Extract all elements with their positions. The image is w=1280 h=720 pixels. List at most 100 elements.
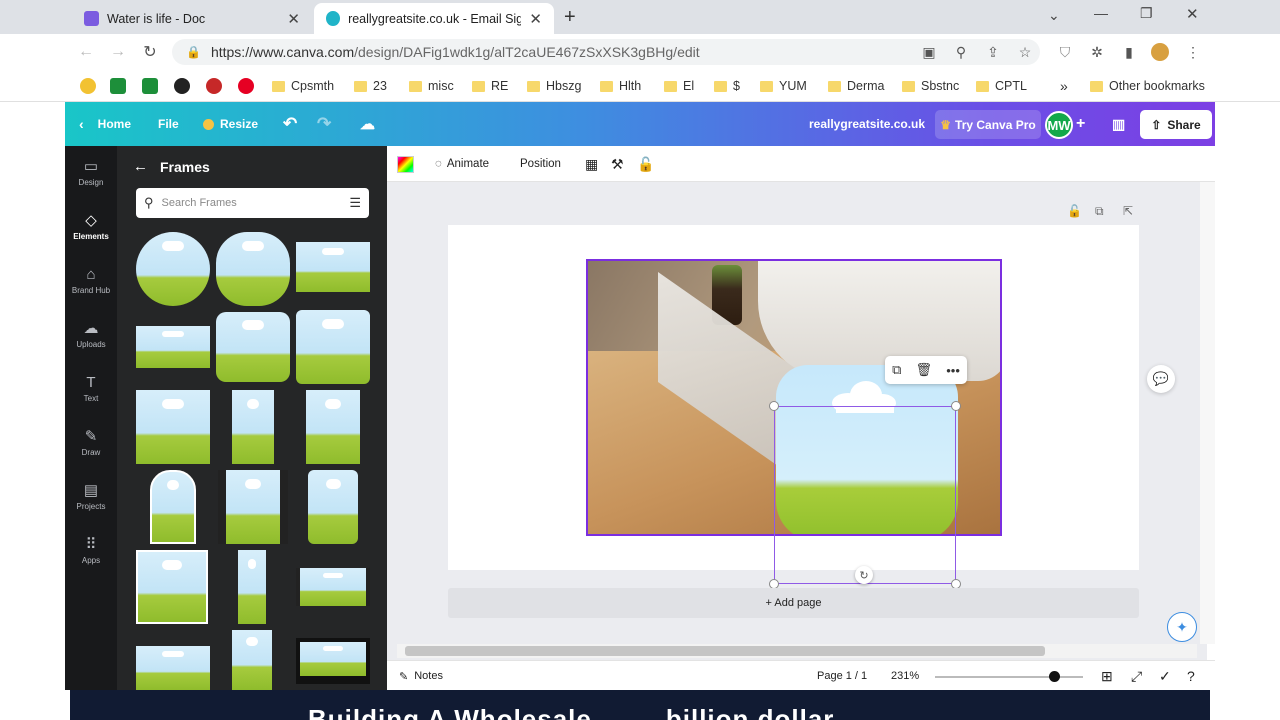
bookmark-folder[interactable]: YUM bbox=[760, 77, 807, 95]
undo-icon[interactable]: ↶ bbox=[283, 102, 297, 146]
close-tab-icon[interactable]: ✕ bbox=[287, 10, 300, 28]
bookmark-icon-n2[interactable] bbox=[142, 77, 158, 95]
shield-icon[interactable]: ⛉ bbox=[1056, 43, 1074, 61]
back-arrow-icon[interactable]: ← bbox=[133, 158, 148, 175]
redo-icon[interactable]: ↷ bbox=[317, 102, 331, 146]
frame-wide[interactable] bbox=[296, 242, 370, 292]
design-title[interactable]: reallygreatsite.co.uk bbox=[809, 102, 925, 146]
address-bar[interactable]: 🔒 https://www.canva.com/design/DAFig1wdk… bbox=[172, 39, 1040, 65]
frame-square[interactable] bbox=[296, 310, 370, 384]
add-page-icon[interactable]: ⇱ bbox=[1123, 204, 1133, 218]
rail-item-projects[interactable]: ▤ Projects bbox=[65, 472, 117, 522]
bookmark-icon-n1[interactable] bbox=[110, 77, 126, 95]
cloud-saved-icon[interactable]: ☁ bbox=[360, 102, 375, 146]
bookmark-icon-figure[interactable] bbox=[174, 77, 190, 95]
forward-icon[interactable]: → bbox=[108, 42, 128, 62]
bookmark-folder[interactable]: Derma bbox=[828, 77, 885, 95]
resize-button[interactable]: Resize bbox=[203, 102, 258, 146]
bookmark-folder[interactable]: RE bbox=[472, 77, 508, 95]
insights-icon[interactable]: ▥ bbox=[1112, 102, 1125, 146]
bookmark-folder[interactable]: El bbox=[664, 77, 694, 95]
bookmark-folder[interactable]: CPTL bbox=[976, 77, 1027, 95]
rail-item-apps[interactable]: ⠿ Apps bbox=[65, 526, 117, 576]
rail-item-text[interactable]: T Text bbox=[65, 364, 117, 414]
back-icon[interactable]: ← bbox=[76, 42, 96, 62]
frame-film[interactable] bbox=[218, 470, 288, 544]
sidepanel-icon[interactable]: ▮ bbox=[1120, 43, 1138, 61]
animate-button[interactable]: ◌ Animate bbox=[435, 146, 489, 182]
zoom-slider[interactable] bbox=[935, 676, 1083, 678]
new-tab-button[interactable]: + bbox=[564, 6, 576, 29]
bookmark-folder[interactable]: Hbszg bbox=[527, 77, 581, 95]
browser-tab-doc[interactable]: Water is life - Doc ✕ bbox=[72, 3, 312, 34]
try-canva-pro-button[interactable]: ♛ Try Canva Pro bbox=[935, 110, 1041, 139]
bookmark-folder[interactable]: 23 bbox=[354, 77, 387, 95]
extensions-icon[interactable]: ✲ bbox=[1088, 43, 1106, 61]
fullscreen-icon[interactable]: ⤢ bbox=[1131, 661, 1142, 691]
profile-avatar[interactable] bbox=[1151, 43, 1169, 61]
frame-torn-tall[interactable] bbox=[232, 390, 274, 464]
browser-tab-canva[interactable]: reallygreatsite.co.uk - Email Sign ✕ bbox=[314, 3, 554, 34]
transparency-icon[interactable]: ▦ bbox=[585, 146, 598, 182]
file-menu-button[interactable]: File bbox=[158, 102, 179, 146]
scrollbar-thumb[interactable] bbox=[405, 646, 1045, 656]
tab-search-icon[interactable]: ⌄ bbox=[1048, 7, 1060, 24]
bookmark-icon-p[interactable] bbox=[206, 77, 222, 95]
magic-assistant-icon[interactable]: ✦ bbox=[1167, 612, 1197, 642]
frame-rounded[interactable] bbox=[216, 312, 290, 382]
zoom-level[interactable]: 231% bbox=[891, 661, 919, 691]
rail-item-draw[interactable]: ✎ Draw bbox=[65, 418, 117, 468]
help-icon[interactable]: ? bbox=[1187, 661, 1195, 691]
other-bookmarks[interactable]: Other bookmarks bbox=[1090, 77, 1205, 95]
frame-arch[interactable] bbox=[150, 470, 196, 544]
color-swatch-button[interactable] bbox=[397, 146, 414, 182]
star-icon[interactable]: ☆ bbox=[1016, 43, 1034, 61]
lock-icon[interactable]: 🔓 bbox=[637, 146, 654, 182]
frame-scalloped[interactable] bbox=[216, 232, 290, 306]
bookmark-icon-sun[interactable] bbox=[80, 77, 96, 95]
frame-panels[interactable] bbox=[136, 646, 210, 690]
more-options-icon[interactable]: ••• bbox=[946, 363, 960, 378]
bookmark-folder[interactable]: Sbstnc bbox=[902, 77, 959, 95]
minimize-icon[interactable]: — bbox=[1094, 5, 1108, 21]
resize-handle[interactable] bbox=[951, 401, 961, 411]
comment-icon[interactable]: 💬 bbox=[1147, 365, 1175, 393]
close-tab-icon[interactable]: ✕ bbox=[529, 10, 542, 28]
notes-button[interactable]: ✎ Notes bbox=[399, 661, 443, 691]
rail-item-brand-hub[interactable]: ⌂ Brand Hub bbox=[65, 256, 117, 306]
bookmark-folder[interactable]: Cpsmth bbox=[272, 77, 334, 95]
add-page-button[interactable]: + Add page bbox=[448, 588, 1139, 618]
bookmarks-overflow[interactable]: » bbox=[1060, 77, 1068, 95]
bookmark-folder[interactable]: $ bbox=[714, 77, 740, 95]
page-indicator[interactable]: Page 1 / 1 bbox=[817, 661, 867, 691]
zoom-slider-knob[interactable] bbox=[1049, 671, 1060, 682]
rail-item-uploads[interactable]: ☁ Uploads bbox=[65, 310, 117, 360]
frame-circle[interactable] bbox=[136, 232, 210, 306]
frame-laptop[interactable] bbox=[296, 638, 370, 684]
rotate-handle-icon[interactable]: ↻ bbox=[855, 566, 873, 584]
zoom-icon[interactable]: ⚲ bbox=[952, 43, 970, 61]
share-page-icon[interactable]: ⇪ bbox=[984, 43, 1002, 61]
filter-icon[interactable]: ☰ bbox=[349, 195, 361, 211]
position-button[interactable]: Position bbox=[520, 146, 561, 182]
frame-strip[interactable] bbox=[238, 550, 266, 624]
clipboard-icon[interactable]: ▣ bbox=[920, 43, 938, 61]
search-frames-input[interactable]: ⚲ Search Frames ☰ bbox=[136, 188, 369, 218]
design-page[interactable]: ⧉ 🗑 ••• bbox=[448, 225, 1139, 589]
home-button[interactable]: ‹ Home bbox=[79, 102, 131, 146]
bookmark-icon-pinterest[interactable] bbox=[238, 77, 254, 95]
grid-view-icon[interactable]: ⊞ bbox=[1101, 661, 1113, 691]
close-window-icon[interactable]: ✕ bbox=[1186, 5, 1199, 23]
more-menu-icon[interactable]: ⋮ bbox=[1184, 43, 1202, 61]
resize-handle[interactable] bbox=[769, 401, 779, 411]
frame-torn[interactable] bbox=[136, 390, 210, 464]
bookmark-folder[interactable]: Hlth bbox=[600, 77, 641, 95]
check-icon[interactable]: ✓ bbox=[1159, 661, 1171, 691]
duplicate-icon[interactable]: ⧉ bbox=[892, 362, 901, 378]
duplicate-page-icon[interactable]: ⧉ bbox=[1095, 204, 1104, 219]
frame-phone[interactable] bbox=[308, 470, 358, 544]
rail-item-design[interactable]: ▭ Design bbox=[65, 148, 117, 198]
reload-icon[interactable]: ↻ bbox=[140, 42, 160, 62]
paint-roller-icon[interactable]: ⚒ bbox=[611, 146, 624, 182]
rail-item-elements[interactable]: ◇ Elements bbox=[65, 202, 117, 252]
